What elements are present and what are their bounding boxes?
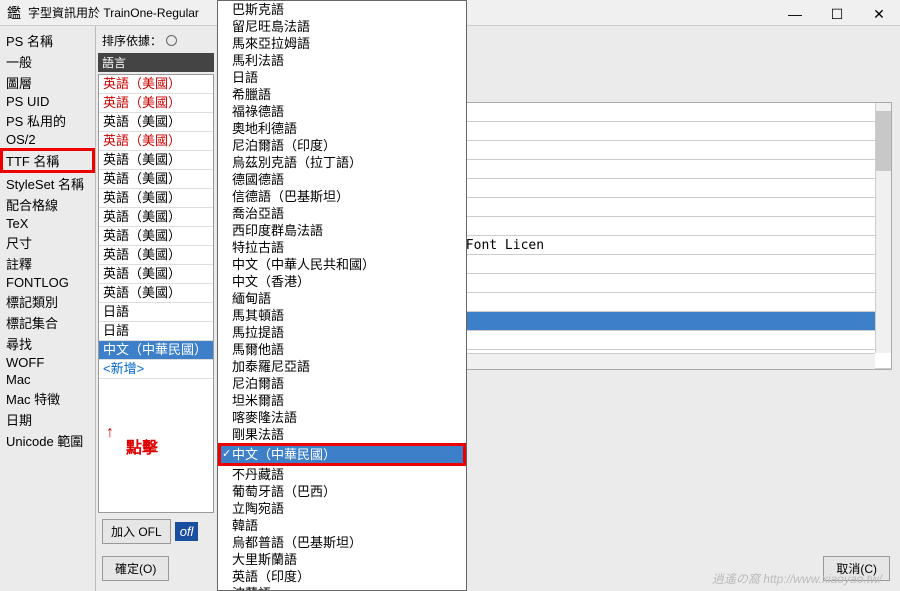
dropdown-item[interactable]: 馬來亞拉姆語 (218, 35, 466, 52)
dropdown-item[interactable]: 加泰羅尼亞語 (218, 358, 466, 375)
sidebar-item[interactable]: 尺寸 (0, 232, 95, 253)
dropdown-item[interactable]: 巴斯克語 (218, 1, 466, 18)
sidebar-item[interactable]: OS/2 (0, 131, 95, 148)
dropdown-item[interactable]: 緬甸語 (218, 290, 466, 307)
dropdown-item[interactable]: 馬利法語 (218, 52, 466, 69)
sidebar-item[interactable]: 標記類別 (0, 291, 95, 312)
maximize-button[interactable]: ☐ (816, 0, 858, 28)
sidebar-item[interactable]: Unicode 範圍 (0, 430, 95, 451)
sidebar-item[interactable]: WOFF (0, 354, 95, 371)
language-item[interactable]: <新增> (99, 360, 213, 379)
sidebar-item[interactable]: PS UID (0, 93, 95, 110)
sidebar-item[interactable]: TeX (0, 215, 95, 232)
dropdown-item[interactable]: 中文（中華人民共和國） (218, 256, 466, 273)
sidebar-item[interactable]: Mac (0, 371, 95, 388)
language-item[interactable]: 英語（美國） (99, 208, 213, 227)
dropdown-item[interactable]: 福祿德語 (218, 103, 466, 120)
sidebar-item[interactable]: TTF 名稱 (0, 148, 95, 173)
dropdown-item[interactable]: 中文（香港） (218, 273, 466, 290)
language-item[interactable]: 英語（美國） (99, 132, 213, 151)
dropdown-item[interactable]: 烏都普語（巴基斯坦） (218, 534, 466, 551)
add-ofl-button[interactable]: 加入 OFL (102, 519, 171, 544)
minimize-button[interactable]: — (774, 0, 816, 28)
language-item[interactable]: 日語 (99, 303, 213, 322)
dropdown-item[interactable]: 不丹藏語 (218, 466, 466, 483)
language-item[interactable]: 英語（美國） (99, 75, 213, 94)
ok-button[interactable]: 確定(O) (102, 556, 169, 581)
check-icon: ✓ (222, 446, 231, 463)
sidebar-item[interactable]: 尋找 (0, 333, 95, 354)
language-dropdown[interactable]: 巴斯克語留尼旺島法語馬來亞拉姆語馬利法語日語希臘語福祿德語奧地利德語尼泊爾語（印… (217, 0, 467, 591)
dropdown-item[interactable]: 馬拉提語 (218, 324, 466, 341)
language-item[interactable]: 英語（美國） (99, 265, 213, 284)
language-item[interactable]: 英語（美國） (99, 189, 213, 208)
close-button[interactable]: ✕ (858, 0, 900, 28)
language-header: 語言 (98, 53, 214, 72)
dropdown-item[interactable]: 尼泊爾語（印度） (218, 137, 466, 154)
language-item[interactable]: 英語（美國） (99, 94, 213, 113)
sidebar-item[interactable]: 圖層 (0, 72, 95, 93)
vertical-scrollbar[interactable] (875, 103, 891, 353)
dropdown-item[interactable]: 馬爾他語 (218, 341, 466, 358)
sidebar-item[interactable]: 標記集合 (0, 312, 95, 333)
dropdown-item[interactable]: ✓中文（中華民國） (218, 443, 466, 466)
language-item[interactable]: 英語（美國） (99, 151, 213, 170)
dropdown-item[interactable]: 波蘭語 (218, 585, 466, 591)
language-item[interactable]: 英語（美國） (99, 284, 213, 303)
sidebar-item[interactable]: 日期 (0, 409, 95, 430)
sidebar-item[interactable]: Mac 特徵 (0, 388, 95, 409)
dropdown-item[interactable]: 希臘語 (218, 86, 466, 103)
language-item[interactable]: 中文（中華民國） (99, 341, 213, 360)
dropdown-item[interactable]: 德國德語 (218, 171, 466, 188)
arrow-up-icon: ↑ (106, 424, 114, 442)
dropdown-item[interactable]: 信德語（巴基斯坦） (218, 188, 466, 205)
sidebar-item[interactable]: FONTLOG (0, 274, 95, 291)
sidebar-item[interactable]: 註釋 (0, 253, 95, 274)
category-sidebar: PS 名稱一般圖層PS UIDPS 私用的OS/2TTF 名稱StyleSet … (0, 26, 96, 591)
sidebar-item[interactable]: PS 名稱 (0, 30, 95, 51)
dropdown-item[interactable]: 大里斯蘭語 (218, 551, 466, 568)
dropdown-item[interactable]: 喬治亞語 (218, 205, 466, 222)
dropdown-item[interactable]: 西印度群島法語 (218, 222, 466, 239)
dropdown-item[interactable]: 坦米爾語 (218, 392, 466, 409)
cancel-button[interactable]: 取消(C) (823, 556, 890, 581)
sidebar-item[interactable]: PS 私用的 (0, 110, 95, 131)
language-panel: 排序依據： 語言 英語（美國）英語（美國）英語（美國）英語（美國）英語（美國）英… (96, 26, 216, 591)
language-item[interactable]: 英語（美國） (99, 246, 213, 265)
annotation-click: 點擊 (126, 434, 158, 458)
language-item[interactable]: 日語 (99, 322, 213, 341)
dropdown-item[interactable]: 日語 (218, 69, 466, 86)
dropdown-item[interactable]: 特拉古語 (218, 239, 466, 256)
language-item[interactable]: 英語（美國） (99, 170, 213, 189)
sort-radio[interactable] (166, 35, 177, 46)
dropdown-item[interactable]: 留尼旺島法語 (218, 18, 466, 35)
dropdown-item[interactable]: 英語（印度） (218, 568, 466, 585)
dropdown-item[interactable]: 奧地利德語 (218, 120, 466, 137)
dropdown-item[interactable]: 尼泊爾語 (218, 375, 466, 392)
language-item[interactable]: 英語（美國） (99, 227, 213, 246)
language-item[interactable]: 英語（美國） (99, 113, 213, 132)
dropdown-item[interactable]: 立陶宛語 (218, 500, 466, 517)
app-icon: 鑑 (6, 5, 22, 21)
ofl-badge: ofl (175, 522, 199, 541)
window-title: 字型資訊用於 TrainOne-Regular (28, 4, 199, 21)
sidebar-item[interactable]: 一般 (0, 51, 95, 72)
dropdown-item[interactable]: 喀麥隆法語 (218, 409, 466, 426)
dropdown-item[interactable]: 葡萄牙語（巴西） (218, 483, 466, 500)
dropdown-item[interactable]: 韓語 (218, 517, 466, 534)
dropdown-item[interactable]: 烏茲別克語（拉丁語） (218, 154, 466, 171)
sort-label: 排序依據： (102, 32, 162, 49)
dropdown-item[interactable]: 馬其頓語 (218, 307, 466, 324)
sidebar-item[interactable]: 配合格線 (0, 194, 95, 215)
sidebar-item[interactable]: StyleSet 名稱 (0, 173, 95, 194)
dropdown-item[interactable]: 剛果法語 (218, 426, 466, 443)
